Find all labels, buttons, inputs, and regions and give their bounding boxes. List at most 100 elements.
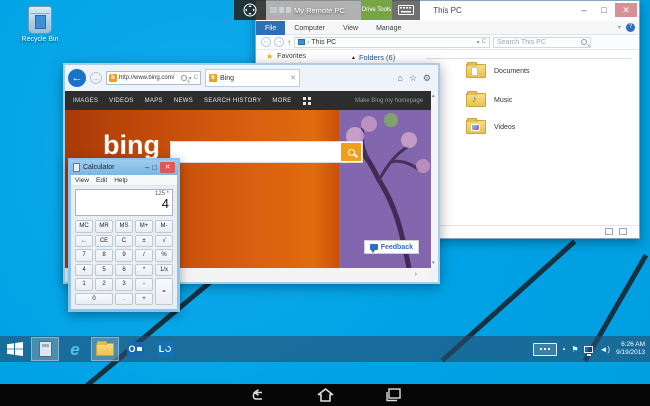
close-tab-icon[interactable]: ✕ bbox=[290, 74, 296, 82]
key-3[interactable]: 3 bbox=[115, 278, 133, 291]
tab-view[interactable]: View bbox=[334, 21, 367, 35]
maximize-button[interactable]: □ bbox=[595, 3, 613, 17]
key-equals[interactable]: = bbox=[155, 278, 173, 305]
taskbar-calculator[interactable] bbox=[31, 337, 59, 361]
home-icon[interactable]: ⌂ bbox=[397, 73, 402, 84]
key-sqrt[interactable]: √ bbox=[155, 235, 173, 248]
up-icon[interactable]: ↑ bbox=[287, 38, 291, 47]
breadcrumb[interactable]: › This PC ▾C bbox=[294, 37, 490, 48]
taskbar-internet-explorer[interactable]: e bbox=[61, 337, 89, 361]
network-icon[interactable] bbox=[584, 346, 593, 353]
details-view-icon[interactable] bbox=[605, 228, 613, 235]
remote-pan-control[interactable] bbox=[234, 0, 266, 20]
key-percent[interactable]: % bbox=[155, 249, 173, 262]
search-input[interactable]: Search This PC bbox=[493, 37, 591, 48]
key-1[interactable]: 1 bbox=[75, 278, 93, 291]
close-button[interactable]: ✕ bbox=[615, 3, 637, 17]
nav-maps[interactable]: MAPS bbox=[145, 98, 163, 104]
key-plus[interactable]: + bbox=[135, 293, 153, 306]
taskbar-file-explorer[interactable] bbox=[91, 337, 119, 361]
key-ce[interactable]: CE bbox=[95, 235, 113, 248]
key-c[interactable]: C bbox=[115, 235, 133, 248]
maximize-button[interactable]: □ bbox=[152, 164, 157, 172]
bing-search-button[interactable] bbox=[341, 143, 361, 161]
android-recents-button[interactable] bbox=[383, 387, 403, 403]
key-mminus[interactable]: M- bbox=[155, 220, 173, 233]
recycle-bin-shortcut[interactable]: Recycle Bin bbox=[14, 6, 66, 43]
key-divide[interactable]: / bbox=[135, 249, 153, 262]
back-icon[interactable]: ← bbox=[261, 37, 271, 47]
key-ms[interactable]: MS bbox=[115, 220, 133, 233]
taskbar-clock[interactable]: 6:26 AM 9/19/2013 bbox=[616, 341, 645, 357]
search-icon[interactable] bbox=[181, 75, 187, 81]
taskbar-outlook[interactable]: O bbox=[121, 337, 149, 361]
key-multiply[interactable]: * bbox=[135, 264, 153, 277]
drive-tools-contextual-tab[interactable]: Drive Tools bbox=[361, 0, 392, 20]
tab-computer[interactable]: Computer bbox=[285, 21, 334, 35]
touch-keyboard-icon[interactable] bbox=[533, 343, 557, 356]
nav-videos[interactable]: VIDEOS bbox=[109, 98, 133, 104]
key-4[interactable]: 4 bbox=[75, 264, 93, 277]
sidebar-item-favorites[interactable]: ★ Favorites bbox=[266, 52, 306, 61]
menu-help[interactable]: Help bbox=[114, 177, 127, 184]
minimize-button[interactable]: – bbox=[145, 164, 149, 172]
nav-more[interactable]: MORE bbox=[272, 98, 291, 104]
key-7[interactable]: 7 bbox=[75, 249, 93, 262]
thumbnails-view-icon[interactable] bbox=[619, 228, 627, 235]
back-icon[interactable]: ← bbox=[68, 69, 86, 87]
help-icon[interactable]: ? bbox=[626, 23, 635, 32]
key-negate[interactable]: ± bbox=[135, 235, 153, 248]
start-button[interactable] bbox=[1, 337, 29, 361]
favorites-star-icon[interactable]: ☆ bbox=[409, 73, 417, 84]
feedback-button[interactable]: Feedback bbox=[364, 240, 419, 254]
nav-news[interactable]: NEWS bbox=[174, 98, 193, 104]
key-9[interactable]: 9 bbox=[115, 249, 133, 262]
tab-file[interactable]: File bbox=[256, 21, 285, 35]
scroll-up-icon[interactable]: ▴ bbox=[432, 93, 435, 99]
browser-tab-bing[interactable]: b Bing ✕ bbox=[205, 69, 300, 87]
forward-icon[interactable]: → bbox=[274, 37, 284, 47]
key-5[interactable]: 5 bbox=[95, 264, 113, 277]
key-backspace[interactable]: ← bbox=[75, 235, 93, 248]
forward-icon[interactable]: → bbox=[90, 72, 102, 84]
folders-group-header[interactable]: ▲ Folders (6) bbox=[351, 53, 395, 62]
key-6[interactable]: 6 bbox=[115, 264, 133, 277]
folder-item-videos[interactable]: Videos bbox=[466, 120, 515, 134]
windows-desktop[interactable]: Recycle Bin This PC – □ ✕ File Computer … bbox=[0, 0, 650, 384]
folder-item-music[interactable]: ♪ Music bbox=[466, 93, 512, 107]
address-input[interactable]: b http://www.bing.com/ ▾C bbox=[106, 71, 201, 85]
nav-search-history[interactable]: SEARCH HISTORY bbox=[204, 98, 261, 104]
show-hidden-icons[interactable]: ▴ bbox=[563, 346, 566, 352]
android-home-button[interactable] bbox=[315, 387, 335, 403]
volume-icon[interactable]: ◄) bbox=[599, 345, 610, 354]
close-button[interactable]: ✕ bbox=[160, 162, 175, 173]
key-decimal[interactable]: . bbox=[115, 293, 133, 306]
tab-manage[interactable]: Manage bbox=[367, 21, 410, 35]
calculator-titlebar[interactable]: Calculator – □ ✕ bbox=[70, 160, 178, 175]
key-reciprocal[interactable]: 1/x bbox=[155, 264, 173, 277]
key-0[interactable]: 0 bbox=[75, 293, 113, 306]
taskbar-lync[interactable]: L bbox=[151, 337, 179, 361]
key-mplus[interactable]: M+ bbox=[135, 220, 153, 233]
nav-images[interactable]: IMAGES bbox=[73, 98, 98, 104]
refresh-icon[interactable]: C bbox=[482, 39, 486, 46]
remote-keyboard-toggle[interactable] bbox=[392, 0, 420, 20]
action-center-flag-icon[interactable]: ⚑ bbox=[571, 345, 578, 354]
key-8[interactable]: 8 bbox=[95, 249, 113, 262]
make-homepage-link[interactable]: Make Bing my homepage bbox=[355, 98, 423, 104]
vertical-scrollbar[interactable]: ▴ ▾ bbox=[431, 91, 438, 268]
address-dropdown-icon[interactable]: ▾ bbox=[477, 39, 480, 46]
folder-item-documents[interactable]: Documents bbox=[466, 64, 529, 78]
apps-grid-icon[interactable] bbox=[303, 97, 311, 105]
key-mr[interactable]: MR bbox=[95, 220, 113, 233]
settings-gear-icon[interactable]: ⚙ bbox=[423, 73, 431, 84]
android-back-button[interactable] bbox=[247, 387, 267, 403]
refresh-icon[interactable]: C bbox=[194, 75, 198, 82]
scroll-right-icon[interactable]: › bbox=[415, 271, 417, 278]
minimize-button[interactable]: – bbox=[575, 3, 593, 17]
key-mc[interactable]: MC bbox=[75, 220, 93, 233]
scroll-down-icon[interactable]: ▾ bbox=[432, 260, 435, 266]
menu-edit[interactable]: Edit bbox=[96, 177, 107, 184]
key-minus[interactable]: - bbox=[135, 278, 153, 291]
key-2[interactable]: 2 bbox=[95, 278, 113, 291]
